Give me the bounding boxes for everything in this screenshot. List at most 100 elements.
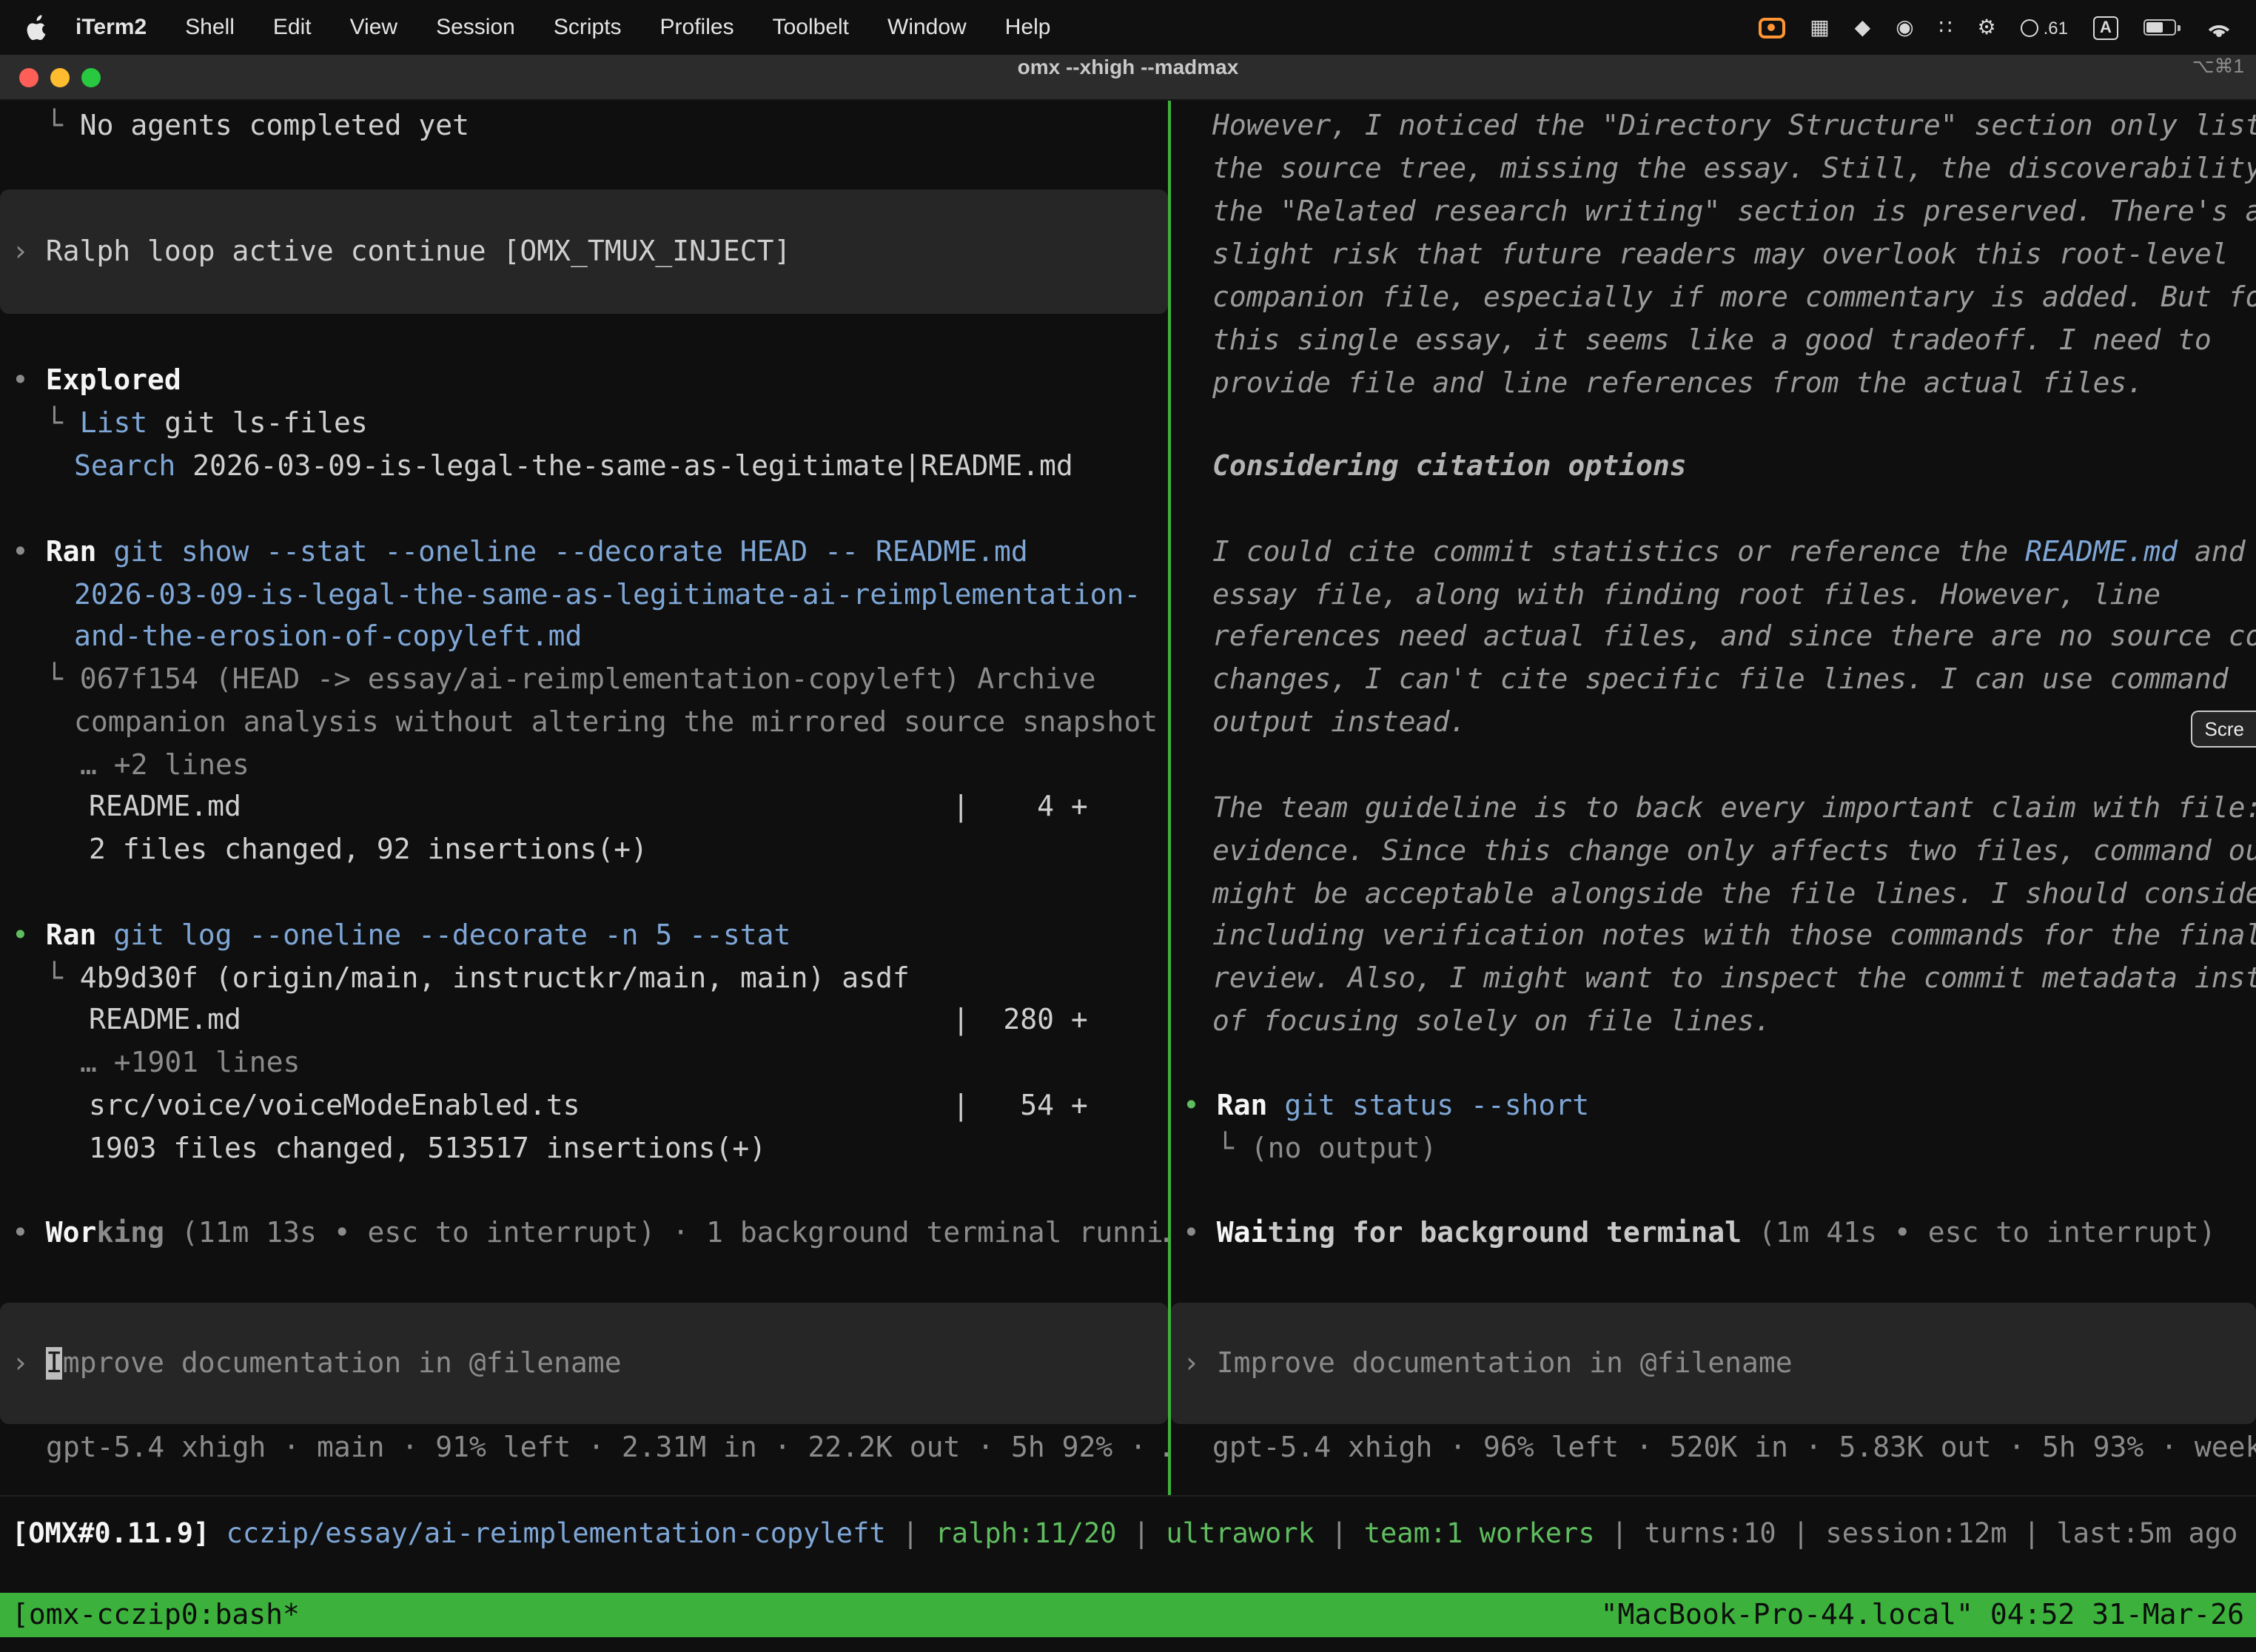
text-segment: └ (46, 663, 80, 696)
diffstat-line: README.md | 280 + (0, 999, 1168, 1042)
reasoning-line: companion file, especially if more comme… (1171, 277, 2256, 320)
working-status-line: • Working (11m 13s • esc to interrupt) ·… (0, 1212, 1168, 1255)
menu-item-window[interactable]: Window (868, 15, 986, 40)
battery-icon[interactable] (2143, 19, 2181, 36)
text-segment: ralph:11/20 (936, 1519, 1117, 1550)
gauge-value: .61 (2044, 17, 2068, 38)
text-segment: 4b9d30f (origin/main, instructkr/main, m… (80, 962, 910, 995)
menu-item-edit[interactable]: Edit (254, 15, 331, 40)
prompt-input-right[interactable]: › Improve documentation in @filename (1171, 1303, 2256, 1424)
text-segment: | (1117, 1519, 1166, 1550)
wifi-arc (2216, 31, 2222, 37)
text-segment: essay file, along with finding root file… (1212, 579, 2161, 611)
shield-icon[interactable]: ◆ (1855, 17, 1871, 38)
text-segment: king (96, 1217, 164, 1249)
menu-item-view[interactable]: View (331, 15, 417, 40)
text-segment: • (1183, 1217, 1217, 1249)
elided-lines: … +1901 lines (0, 1042, 1168, 1085)
commit-line: └ 4b9d30f (origin/main, instructkr/main,… (0, 958, 1168, 1001)
reasoning-line: I could cite commit statistics or refere… (1171, 531, 2256, 574)
reasoning-line: the "Related research writing" section i… (1171, 191, 2256, 234)
gauge-icon[interactable]: .61 (2021, 17, 2068, 38)
text-segment: references need actual files, and since … (1212, 620, 2256, 653)
ran-git-log-line: • Ran git log --oneline --decorate -n 5 … (0, 915, 1168, 958)
grid-icon[interactable]: ▦ (1810, 17, 1829, 38)
input-source-icon[interactable]: A (2093, 16, 2118, 39)
text-segment: Ralph loop active continue [OMX_TMUX_INJ… (46, 235, 791, 267)
prompt-input-left[interactable]: › Improve documentation in @filename (0, 1303, 1168, 1424)
pane-divider[interactable] (1168, 101, 1171, 1495)
wifi-icon[interactable] (2206, 18, 2232, 37)
battery-fill (2146, 22, 2163, 33)
menu-bar-status-icons: ▦ ◆ ◉ ∷ ⚙ .61 A (1758, 16, 2232, 39)
status-separator (0, 1495, 2256, 1497)
menu-item-help[interactable]: Help (986, 15, 1070, 40)
text-segment: ultrawork (1166, 1519, 1315, 1550)
menu-item-iterm2[interactable]: iTerm2 (56, 15, 166, 40)
text-segment: └ (46, 962, 80, 995)
reasoning-line: essay file, along with finding root file… (1171, 574, 2256, 617)
text-segment: changes, I can't cite specific file line… (1212, 663, 2229, 696)
terminal-pane-left[interactable]: └ No agents completed yet› Ralph loop ac… (0, 101, 1168, 1495)
text-segment: • (12, 919, 46, 952)
text-segment: Wai (1217, 1217, 1268, 1249)
text-segment: git ls-files (147, 407, 367, 440)
text-segment: cczip/essay/ai-reimplementation-copyleft (226, 1519, 886, 1550)
ralph-loop-banner: › Ralph loop active continue [OMX_TMUX_I… (0, 189, 1168, 314)
text-segment: Improve documentation in @filename (1217, 1346, 1793, 1379)
text-segment: of focusing solely on file lines. (1212, 1005, 1771, 1038)
text-segment: Considering citation options (1212, 450, 1687, 483)
reasoning-line: references need actual files, and since … (1171, 616, 2256, 659)
text-segment: 067f154 (HEAD -> essay/ai-reimplementati… (80, 663, 1096, 696)
text-segment: README.md (2025, 536, 2178, 568)
dots-icon[interactable]: ∷ (1939, 17, 1953, 38)
text-segment: • (12, 364, 46, 397)
text-segment: might be acceptable alongside the file l… (1212, 878, 2256, 910)
omx-status-line: [OMX#0.11.9] cczip/essay/ai-reimplementa… (0, 1513, 2256, 1556)
apple-menu[interactable] (27, 15, 47, 40)
text-segment: and (2178, 536, 2246, 568)
gauge-ring (2021, 19, 2039, 36)
text-segment: › (12, 1346, 46, 1379)
text-segment: this single essay, it seems like a good … (1212, 324, 2212, 357)
target-icon[interactable]: ◉ (1896, 17, 1913, 38)
menu-item-toolbelt[interactable]: Toolbelt (753, 15, 868, 40)
screen-recording-icon[interactable] (1758, 17, 1785, 38)
text-segment: the source tree, missing the essay. Stil… (1212, 152, 2256, 185)
text-segment: companion analysis without altering the … (74, 706, 1158, 739)
text-segment: gpt-5.4 xhigh · main · 91% left · 2.31M … (46, 1431, 1168, 1464)
window-shortcut-hint: ⌥⌘1 (2192, 55, 2244, 101)
gear-icon[interactable]: ⚙ (1978, 17, 1996, 38)
tool-list-line: └ List git ls-files (0, 403, 1168, 446)
menu-items: iTerm2ShellEditViewSessionScriptsProfile… (56, 15, 1070, 40)
screen-notification: Scre (2192, 711, 2256, 748)
text-segment: 1903 files changed, 513517 insertions(+) (89, 1132, 766, 1165)
text-segment: Ran (1217, 1089, 1285, 1122)
reasoning-line: However, I noticed the "Directory Struct… (1171, 105, 2256, 148)
menu-item-scripts[interactable]: Scripts (534, 15, 641, 40)
text-segment: provide file and line references from th… (1212, 367, 2143, 400)
text-segment: git show --stat --oneline --decorate HEA… (113, 536, 1027, 568)
terminal-pane-right[interactable]: However, I noticed the "Directory Struct… (1171, 101, 2256, 1495)
diffstat-summary: 1903 files changed, 513517 insertions(+) (0, 1128, 1168, 1171)
text-segment: | (1315, 1519, 1364, 1550)
reasoning-line: provide file and line references from th… (1171, 363, 2256, 406)
text-segment: README.md | 280 + (89, 1004, 1088, 1036)
text-segment: └ (46, 407, 80, 440)
menu-item-shell[interactable]: Shell (166, 15, 254, 40)
text-segment: … +2 lines (80, 749, 249, 782)
menu-item-session[interactable]: Session (417, 15, 534, 40)
text-segment: [OMX#0.11.9] (12, 1519, 226, 1550)
screen: iTerm2ShellEditViewSessionScriptsProfile… (0, 0, 2256, 1652)
reasoning-line: review. Also, I might want to inspect th… (1171, 958, 2256, 1001)
text-segment: 2026-03-09-is-legal-the-same-as-legitima… (175, 450, 1073, 483)
text-segment: | (886, 1519, 936, 1550)
text-segment: Ran (46, 919, 114, 952)
diffstat-line: src/voice/voiceModeEnabled.ts | 54 + (0, 1085, 1168, 1128)
menu-item-profiles[interactable]: Profiles (641, 15, 753, 40)
tmux-session-label: [omx-cczip0:bash* (12, 1599, 300, 1631)
text-segment: 2026-03-09-is-legal-the-same-as-legitima… (74, 579, 1141, 611)
text-segment: └ (46, 110, 80, 142)
window-title-bar[interactable]: omx --xhigh --madmax ⌥⌘1 (0, 55, 2256, 101)
reasoning-line: might be acceptable alongside the file l… (1171, 873, 2256, 916)
